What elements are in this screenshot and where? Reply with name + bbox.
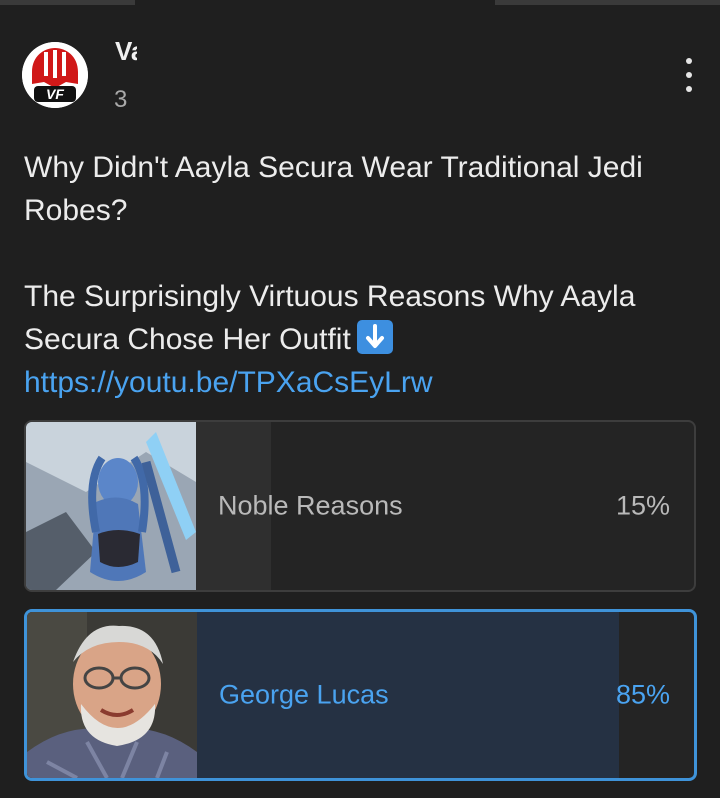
post-description: The Surprisingly Virtuous Reasons Why Aa… [24,275,704,361]
poll-option-percent: 85% [615,679,670,710]
avatar[interactable]: VF [22,42,88,108]
poll-option-noble-reasons[interactable]: Noble Reasons 15% [24,420,696,592]
down-arrow-emoji-icon [356,320,393,354]
poll-option-image-aayla [26,422,196,590]
more-options-button[interactable] [675,58,703,92]
poll-option-label: George Lucas [219,679,389,710]
post-body: Why Didn't Aayla Secura Wear Traditional… [24,146,704,404]
post-time: 3 [114,86,128,113]
more-vertical-icon [686,58,692,64]
avatar-text: VF [46,86,64,102]
poll-option-percent: 15% [615,490,670,521]
poll-option-image-george-lucas [27,612,197,778]
more-vertical-icon-dot [686,72,692,78]
more-vertical-icon-dot [686,86,692,92]
vf-logo: VF [22,42,88,108]
post-link[interactable]: https://youtu.be/TPXaCsEyLrw [24,366,433,399]
poll-option-george-lucas[interactable]: George Lucas 85% [24,609,697,781]
post-title: Why Didn't Aayla Secura Wear Traditional… [24,151,643,227]
tab-indicator-right [495,0,720,5]
author-name[interactable]: Va [115,36,137,67]
post-description-text: The Surprisingly Virtuous Reasons Why Aa… [24,280,636,356]
poll-option-label: Noble Reasons [218,490,403,521]
tab-indicator-left [0,0,135,5]
